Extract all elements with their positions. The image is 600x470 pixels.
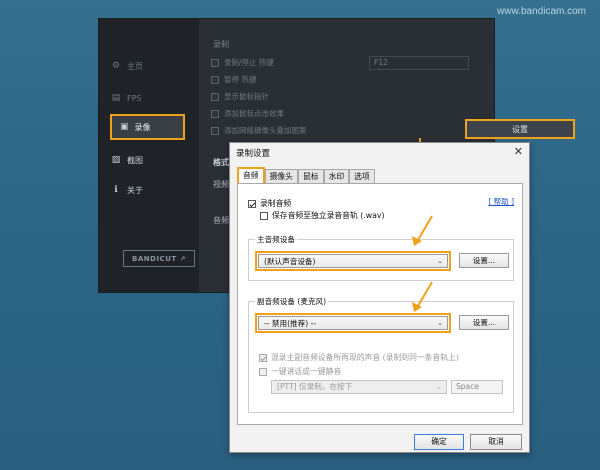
hotkey-field[interactable]: F12: [369, 56, 469, 70]
group-title: 主音频设备: [255, 234, 297, 245]
ptt-mode-select-wrap: [PTT] 仅录制，在按下 ⌄: [271, 380, 447, 394]
ptt-option[interactable]: 一键讲话或一键静音: [259, 366, 341, 377]
secondary-settings-button[interactable]: 设置...: [459, 315, 509, 330]
tab-watermark[interactable]: 水印: [323, 169, 350, 183]
option-label: 保存音频至独立录音音轨 (.wav): [272, 211, 385, 220]
ok-button[interactable]: 确定: [414, 434, 464, 450]
primary-settings-button[interactable]: 设置...: [459, 253, 509, 268]
option-cursor[interactable]: 显示鼠标指针: [211, 91, 269, 102]
gear-icon: ⚙: [111, 61, 121, 71]
tab-options[interactable]: 选项: [349, 169, 375, 183]
primary-device-highlight: (默认声音设备) ⌄: [255, 251, 451, 271]
audio-panel: 录制音频 保存音频至独立录音音轨 (.wav) [ 帮助 ] 主音频设备 (默认…: [237, 183, 523, 425]
save-separate-option[interactable]: 保存音频至独立录音音轨 (.wav): [260, 210, 385, 221]
tab-audio[interactable]: 音频: [237, 167, 265, 183]
tab-webcam[interactable]: 摄像头: [264, 169, 298, 183]
tab-bar: 音频 摄像头 鼠标 水印 选项: [237, 167, 375, 183]
format-label: 格式: [213, 158, 229, 167]
checkbox[interactable]: [211, 126, 219, 135]
cancel-button[interactable]: 取消: [470, 434, 522, 450]
option-webcam-overlay[interactable]: 添加网络摄像头叠加图案: [211, 125, 307, 136]
sidebar-item-label: 录像: [134, 122, 151, 132]
checkbox[interactable]: [211, 109, 219, 118]
recording-settings-dialog: 录制设置 ✕ 音频 摄像头 鼠标 水印 选项 录制音频 保存音频至独立录音音轨 …: [229, 142, 530, 453]
select-value: [PTT] 仅录制，在按下: [277, 382, 353, 391]
option-click-effect[interactable]: 添加鼠标点击效果: [211, 108, 284, 119]
option-label: 录制音频: [260, 199, 292, 208]
option-label: 添加网络摄像头叠加图案: [224, 126, 307, 135]
sidebar-item-fps[interactable]: ▤ FPS: [111, 89, 142, 107]
sidebar-item-label: 主页: [127, 61, 143, 71]
option-label: 混录主副音频设备所再现的声音 (录制到同一条音轨上): [271, 353, 459, 362]
option-label: 显示鼠标指针: [224, 92, 269, 101]
sidebar-item-video[interactable]: ▣ 录像: [110, 114, 185, 140]
close-icon[interactable]: ✕: [514, 145, 523, 158]
secondary-device-select[interactable]: -- 禁用(推荐) -- ⌄: [258, 316, 448, 330]
sidebar-item-home[interactable]: ⚙ 主页: [111, 57, 143, 75]
watermark: www.bandicam.com: [497, 6, 586, 17]
audio-format-label: 音频: [213, 216, 229, 225]
ptt-mode-select[interactable]: [PTT] 仅录制，在按下 ⌄: [271, 380, 447, 394]
arrow-icon: [412, 215, 433, 246]
checkbox[interactable]: [211, 58, 219, 67]
secondary-audio-group: 副音频设备 (麦克风) -- 禁用(推荐) -- ⌄ 设置... 混录主副音频设…: [248, 296, 514, 413]
arrow-icon: [412, 281, 433, 312]
sidebar: ⚙ 主页 ▤ FPS ▣ 录像 ▨ 截图 ℹ 关于 BANDICUT ↗: [99, 19, 199, 292]
sidebar-item-label: FPS: [127, 93, 142, 103]
option-label: 录制/停止 热键: [224, 58, 274, 67]
sidebar-item-screenshot[interactable]: ▨ 截图: [111, 151, 143, 169]
help-link[interactable]: [ 帮助 ]: [488, 196, 514, 207]
ptt-checkbox[interactable]: [259, 367, 267, 376]
checkbox[interactable]: [211, 92, 219, 101]
option-label: 添加鼠标点击效果: [224, 109, 284, 118]
sidebar-item-label: 关于: [127, 185, 143, 195]
save-separate-checkbox[interactable]: [260, 211, 268, 220]
option-pause[interactable]: 暂停 热键: [211, 74, 256, 85]
section-label: 录制: [213, 40, 229, 49]
video-format-label: 视频: [213, 180, 229, 189]
option-hotkey[interactable]: 录制/停止 热键: [211, 57, 274, 68]
chevron-down-icon: ⌄: [437, 319, 443, 327]
video-icon: ▣: [120, 122, 129, 132]
info-icon: ℹ: [114, 185, 118, 195]
option-label: 一键讲话或一键静音: [271, 367, 342, 376]
record-audio-checkbox[interactable]: [248, 199, 256, 208]
mix-option[interactable]: 混录主副音频设备所再现的声音 (录制到同一条音轨上): [259, 352, 459, 363]
overlay-settings-button[interactable]: 设置: [465, 119, 575, 139]
primary-device-select[interactable]: (默认声音设备) ⌄: [258, 254, 448, 268]
ptt-key-field[interactable]: Space: [451, 380, 503, 394]
select-value: (默认声音设备): [264, 257, 316, 266]
select-value: -- 禁用(推荐) --: [264, 319, 317, 328]
secondary-device-highlight: -- 禁用(推荐) -- ⌄: [255, 313, 451, 333]
chevron-down-icon: ⌄: [436, 383, 442, 391]
fps-icon: ▤: [111, 93, 121, 103]
mix-checkbox[interactable]: [259, 353, 267, 362]
dialog-title: 录制设置: [236, 149, 271, 159]
chevron-down-icon: ⌄: [437, 257, 443, 265]
image-icon: ▨: [111, 155, 121, 165]
sidebar-item-label: 截图: [127, 155, 143, 165]
primary-audio-group: 主音频设备 (默认声音设备) ⌄ 设置...: [248, 234, 514, 281]
checkbox[interactable]: [211, 75, 219, 84]
group-title: 副音频设备 (麦克风): [255, 296, 329, 307]
tab-mouse[interactable]: 鼠标: [297, 169, 324, 183]
bandicut-button[interactable]: BANDICUT ↗: [123, 250, 195, 267]
option-label: 暂停 热键: [224, 75, 257, 84]
sidebar-item-about[interactable]: ℹ 关于: [111, 181, 143, 199]
record-audio-option[interactable]: 录制音频: [248, 198, 291, 209]
